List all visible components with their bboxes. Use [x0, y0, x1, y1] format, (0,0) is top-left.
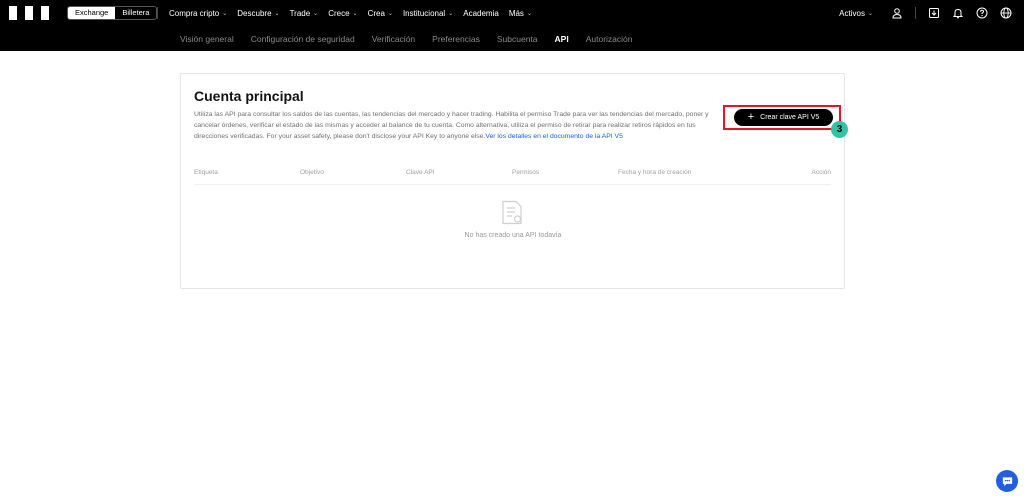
- divider: [194, 184, 831, 185]
- chevron-down-icon: ⌄: [313, 10, 319, 17]
- nav-academia[interactable]: Academia: [463, 9, 499, 18]
- account-subnav-bar: Visión general Configuración de segurida…: [0, 26, 1024, 51]
- nav-crea[interactable]: Crea ⌄: [368, 9, 393, 18]
- okx-logo[interactable]: [9, 6, 53, 20]
- divider: [915, 7, 916, 19]
- bell-icon[interactable]: [952, 7, 964, 19]
- chevron-down-icon: ⌄: [387, 10, 393, 17]
- column-header: Fecha y hora de creación: [618, 169, 692, 176]
- column-header: Objetivo: [300, 169, 324, 176]
- tab-preferencias[interactable]: Preferencias: [432, 34, 480, 44]
- empty-document-icon: [501, 200, 523, 225]
- create-api-key-button[interactable]: + Crear clave API V5: [734, 109, 833, 126]
- divider: [157, 7, 158, 19]
- tab-vision-general[interactable]: Visión general: [180, 34, 234, 44]
- column-header: Permisos: [512, 169, 540, 176]
- help-icon[interactable]: [976, 7, 988, 19]
- plus-icon: +: [747, 111, 755, 123]
- segment-exchange[interactable]: Exchange: [68, 7, 116, 19]
- account-subnav: Visión general Configuración de segurida…: [180, 26, 649, 51]
- api-doc-link[interactable]: Ver los detalles en el documento de la A…: [485, 133, 623, 140]
- api-description: Utiliza las API para consultar los saldo…: [194, 109, 724, 142]
- chevron-down-icon: ⌄: [867, 10, 873, 17]
- main-nav: Compra cripto ⌄ Descubre ⌄ Trade ⌄ Crece ⌄ C…: [169, 0, 542, 26]
- chevron-down-icon: ⌄: [352, 10, 358, 17]
- nav-mas[interactable]: Más ⌄: [509, 9, 532, 18]
- column-header: Acción: [811, 169, 831, 176]
- user-icon[interactable]: [891, 7, 903, 19]
- nav-compra-cripto[interactable]: Compra cripto ⌄: [169, 9, 227, 18]
- download-icon[interactable]: [928, 7, 940, 19]
- tab-configuracion-seguridad[interactable]: Configuración de seguridad: [251, 34, 355, 44]
- nav-institucional[interactable]: Institucional ⌄: [403, 9, 453, 18]
- globe-icon[interactable]: [1000, 7, 1012, 19]
- create-button-label: Crear clave API V5: [760, 114, 820, 121]
- right-nav: Activos ⌄: [839, 0, 1024, 26]
- tab-autorizacion[interactable]: Autorización: [586, 34, 633, 44]
- tab-api[interactable]: API: [555, 34, 569, 44]
- exchange-wallet-switch: Exchange Billetera: [67, 6, 158, 20]
- highlight-box: + Crear clave API V5: [723, 105, 841, 130]
- api-card: Cuenta principal Utiliza las API para co…: [180, 73, 848, 289]
- chevron-down-icon: ⌄: [526, 10, 532, 17]
- step-badge: 3: [831, 121, 848, 138]
- chevron-down-icon: ⌄: [222, 10, 228, 17]
- column-header: Clave API: [406, 169, 435, 176]
- segment-billetera[interactable]: Billetera: [115, 7, 156, 19]
- page-title: Cuenta principal: [194, 88, 304, 104]
- description-text: Utiliza las API para consultar los saldo…: [194, 111, 709, 140]
- chevron-down-icon: ⌄: [448, 10, 454, 17]
- nav-trade[interactable]: Trade ⌄: [290, 9, 319, 18]
- nav-descubre[interactable]: Descubre ⌄: [237, 9, 279, 18]
- nav-crece[interactable]: Crece ⌄: [328, 9, 357, 18]
- tab-verificacion[interactable]: Verificación: [372, 34, 415, 44]
- empty-state-text: No has creado una API todavía: [464, 232, 562, 239]
- chevron-down-icon: ⌄: [274, 10, 280, 17]
- column-header: Etiqueta: [194, 169, 218, 176]
- activos-menu[interactable]: Activos ⌄: [839, 9, 873, 18]
- support-chat-button[interactable]: [996, 470, 1018, 492]
- top-navigation-bar: Exchange Billetera Compra cripto ⌄ Descub…: [0, 0, 1024, 26]
- chat-icon: [1002, 476, 1012, 486]
- table-header: Etiqueta Objetivo Clave API Permisos Fec…: [194, 169, 831, 181]
- tab-subcuenta[interactable]: Subcuenta: [497, 34, 538, 44]
